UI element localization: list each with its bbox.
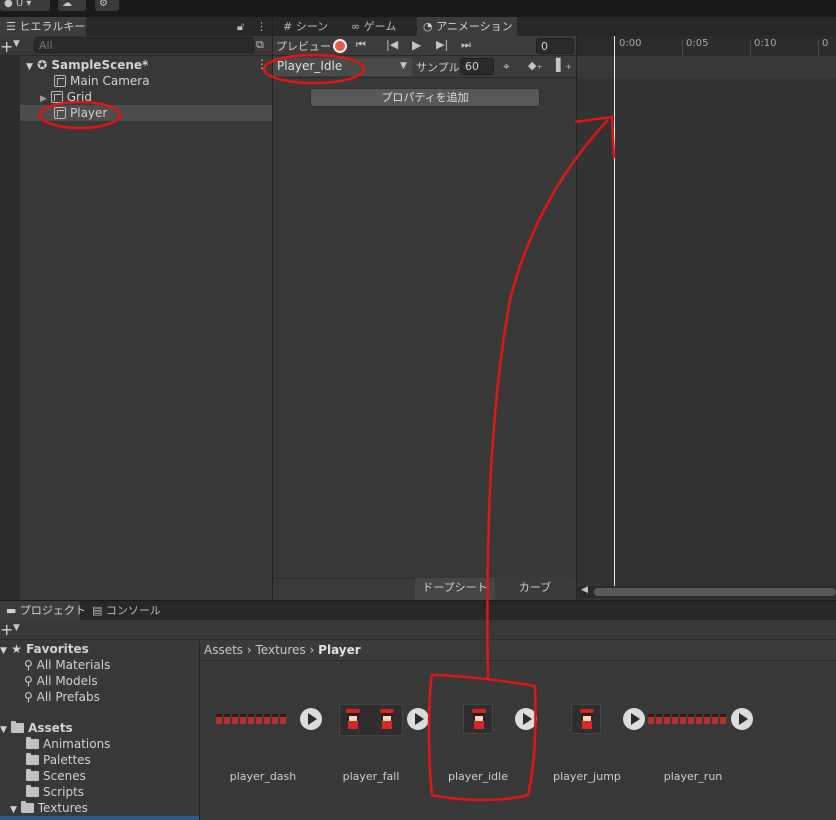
annotation-circle-player — [38, 100, 122, 130]
annotation-box-idle — [427, 673, 537, 802]
annotation-overlay — [38, 53, 616, 802]
annotation-arrow-line — [486, 119, 609, 681]
annotation-circle-clip — [262, 53, 366, 85]
